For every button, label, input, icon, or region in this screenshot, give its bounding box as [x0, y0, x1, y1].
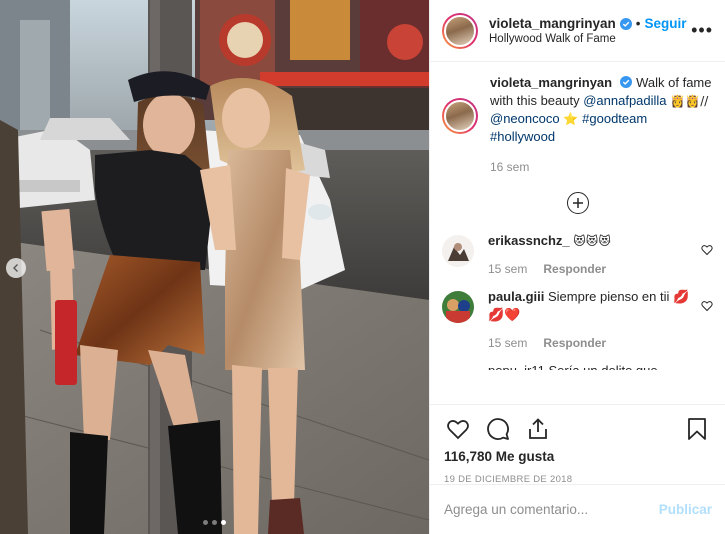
carousel-dot-active — [221, 520, 226, 525]
commenter-username[interactable]: paula.giii — [488, 289, 544, 304]
share-button[interactable] — [518, 411, 558, 447]
carousel-dot — [212, 520, 217, 525]
follow-button[interactable]: Seguir — [645, 16, 687, 31]
publish-button[interactable]: Publicar — [659, 502, 712, 517]
commenter-avatar[interactable] — [442, 235, 474, 267]
comment-button[interactable] — [478, 411, 518, 447]
caption-emoji: ⭐ — [559, 112, 583, 126]
more-options-button[interactable]: ••• — [691, 21, 713, 39]
like-button[interactable] — [438, 411, 478, 447]
mention-link[interactable]: @annafpadilla — [583, 93, 666, 108]
commenter-avatar[interactable] — [442, 291, 474, 323]
author-avatar[interactable] — [442, 12, 478, 49]
author-username[interactable]: violeta_mangrinyan — [489, 16, 616, 31]
post-photo[interactable] — [0, 0, 429, 534]
carousel-indicator — [0, 520, 429, 525]
caption-age: 16 sem — [490, 160, 530, 174]
comment-icon — [487, 418, 509, 440]
bookmark-icon — [688, 418, 706, 440]
caption-username[interactable]: violeta_mangrinyan — [490, 75, 612, 90]
save-button[interactable] — [677, 411, 717, 447]
comments-area: violeta_mangrinyan Walk of fame with this… — [430, 62, 725, 404]
carousel-dot — [203, 520, 208, 525]
load-more-comments — [442, 192, 713, 214]
likes-count[interactable]: 116,780 Me gusta — [438, 449, 717, 464]
post-caption: violeta_mangrinyan Walk of fame with this… — [442, 74, 713, 176]
share-icon — [529, 418, 547, 439]
caption-emoji: 👸👸// — [666, 94, 709, 108]
partial-comment: pepu_jr11 Sería un delito que — [488, 362, 713, 370]
comment-item: paula.giii Siempre pienso en tii 💋💋❤️ 15… — [442, 288, 713, 352]
comment-item: erikassnchz_ 😻😻😻 15 sem Responder — [442, 232, 713, 278]
location-link[interactable]: Hollywood Walk of Fame — [489, 33, 687, 45]
commenter-username[interactable]: erikassnchz_ — [488, 233, 570, 248]
mention-link[interactable]: @neoncoco — [490, 111, 560, 126]
comment-text: 😻😻😻 — [573, 234, 611, 248]
verified-badge-icon — [620, 76, 633, 88]
plus-circle-icon[interactable] — [566, 192, 589, 214]
heart-icon — [447, 419, 469, 440]
photo-scene — [0, 0, 429, 534]
chevron-left-icon — [13, 264, 18, 272]
post-header: violeta_mangrinyan • Seguir Hollywood Wa… — [430, 0, 725, 62]
comment-age: 15 sem — [488, 336, 528, 350]
verified-badge-icon — [619, 17, 632, 30]
heart-icon[interactable] — [701, 244, 713, 256]
reply-button[interactable]: Responder — [543, 334, 606, 352]
post-details-panel: violeta_mangrinyan • Seguir Hollywood Wa… — [429, 0, 725, 534]
carousel-prev-button[interactable] — [6, 258, 26, 278]
header-separator: • — [635, 16, 641, 31]
add-comment-bar: Publicar — [430, 484, 725, 534]
comment-input[interactable] — [444, 502, 659, 517]
caption-text: violeta_mangrinyan Walk of fame with this… — [490, 74, 713, 176]
reply-button[interactable]: Responder — [543, 260, 606, 278]
heart-icon[interactable] — [701, 300, 713, 312]
comment-age: 15 sem — [488, 262, 528, 276]
instagram-post: violeta_mangrinyan • Seguir Hollywood Wa… — [0, 0, 725, 534]
hashtag-link[interactable]: #hollywood — [490, 129, 555, 144]
hashtag-link[interactable]: #goodteam — [582, 111, 647, 126]
caption-avatar[interactable] — [442, 98, 478, 134]
